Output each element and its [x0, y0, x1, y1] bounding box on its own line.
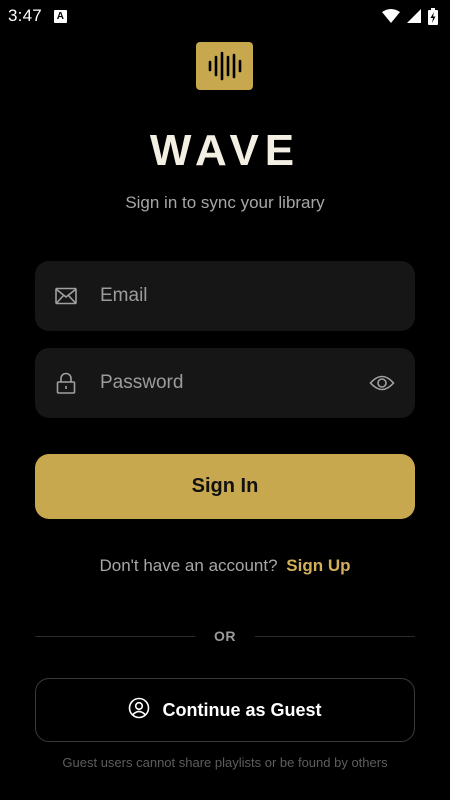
- user-circle-icon: [128, 697, 150, 724]
- lock-icon: [55, 372, 77, 394]
- sign-in-button[interactable]: Sign In: [35, 454, 415, 519]
- sign-up-prompt-text: Don't have an account?: [99, 556, 278, 575]
- subtitle: Sign in to sync your library: [125, 193, 325, 212]
- password-input[interactable]: [100, 372, 361, 394]
- guest-note: Guest users cannot share playlists or be…: [62, 755, 388, 770]
- divider-line-left: [35, 635, 195, 637]
- signal-icon: [407, 9, 421, 23]
- email-field[interactable]: [35, 261, 415, 331]
- notification-icon: A: [53, 9, 67, 23]
- or-divider: OR: [35, 626, 415, 646]
- status-icons: [382, 7, 438, 25]
- guest-button-label: Continue as Guest: [162, 699, 322, 720]
- wifi-icon: [382, 9, 400, 23]
- email-input[interactable]: [100, 285, 395, 307]
- mail-icon: [55, 285, 77, 307]
- battery-charging-icon: [428, 7, 438, 25]
- app-name: WAVE: [149, 126, 301, 175]
- status-time: 3:47: [8, 6, 42, 25]
- login-screen: 3:47 A WAVE Sign in to sync your library…: [0, 0, 450, 800]
- sound-wave-icon: [196, 42, 253, 90]
- divider-line-right: [255, 635, 415, 637]
- status-bar: 3:47 A: [0, 0, 450, 32]
- password-field[interactable]: [35, 348, 415, 418]
- sign-up-prompt: Don't have an account? Sign Up: [0, 556, 450, 576]
- eye-icon[interactable]: [369, 372, 395, 394]
- continue-as-guest-button[interactable]: Continue as Guest: [35, 678, 415, 742]
- or-label: OR: [214, 628, 236, 644]
- sign-up-link[interactable]: Sign Up: [286, 556, 350, 575]
